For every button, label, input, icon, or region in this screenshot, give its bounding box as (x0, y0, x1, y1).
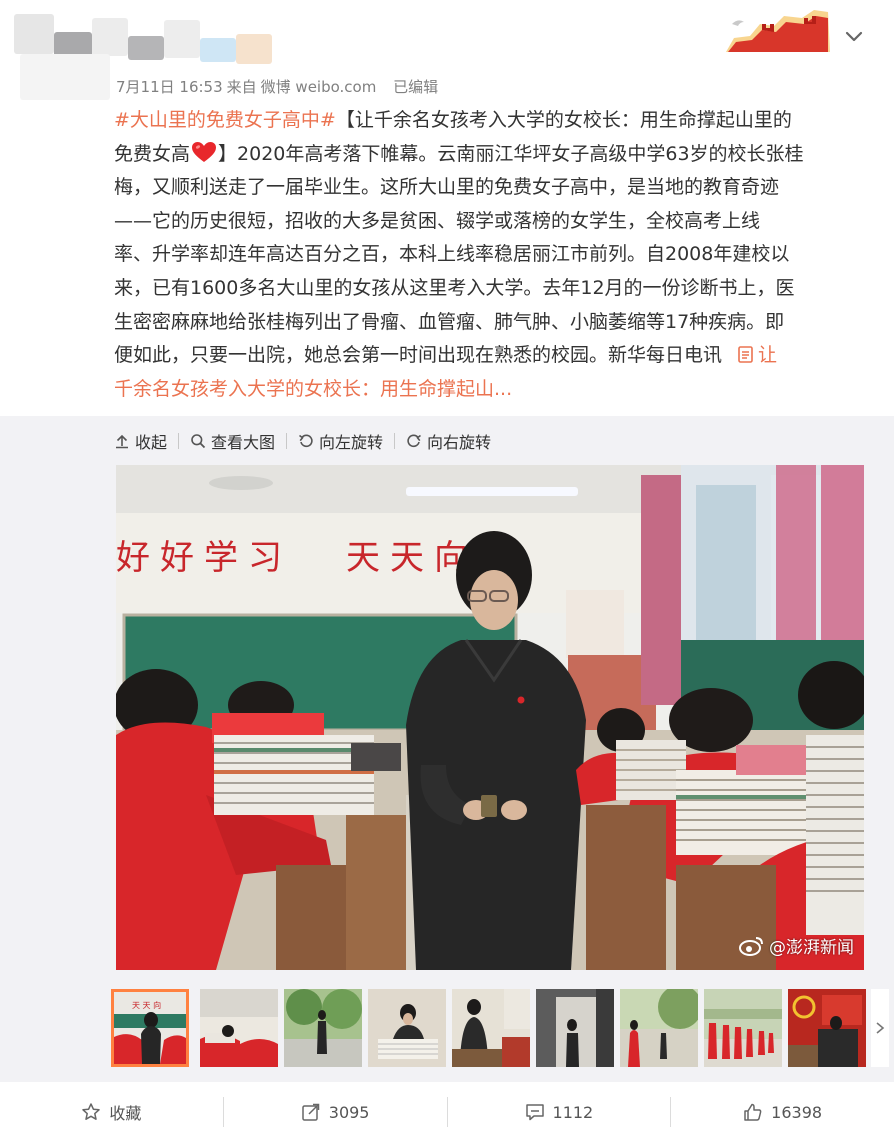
post-timestamp[interactable]: 7月11日 16:53 (116, 78, 223, 96)
main-photo[interactable]: 好好学习 天天向上 @澎湃新闻 (116, 465, 864, 970)
thumbs-up-icon (744, 1103, 762, 1121)
post-line-7: 生密密麻麻地给张桂梅列出了骨瘤、血管瘤、肺气肿、小脑萎缩等17种疾病。即 (114, 310, 785, 333)
thumbnail-2[interactable] (200, 989, 278, 1067)
post-line-3: 梅，又顺利送走了一届毕业生。这所大山里的免费女子高中，是当地的教育奇迹 (114, 176, 780, 199)
rotate-left-button[interactable]: 向左旋转 (298, 429, 383, 453)
thumb-banner-text: 天 天 向 (132, 1000, 161, 1010)
thumbnail-strip: 天 天 向 (111, 986, 891, 1070)
post-line-2: 免费女高 】2020年高考落下帷幕。云南丽江华坪女子高级中学63岁的校长张桂 (114, 138, 864, 172)
rotate-right-button[interactable]: 向右旋转 (406, 429, 491, 453)
rotate-left-icon (299, 434, 313, 448)
photo-watermark: @澎湃新闻 (739, 933, 854, 958)
article-link-cont[interactable]: 千余名女孩考入大学的女校长：用生命撑起山... (114, 378, 512, 400)
toolbar-divider (178, 433, 180, 449)
thumbnail-7[interactable] (620, 989, 698, 1067)
thumbnail-5[interactable] (452, 989, 530, 1067)
view-large-button[interactable]: 查看大图 (190, 429, 275, 453)
banner-left-text: 好好学习 (116, 538, 292, 578)
post-meta: 7月11日 16:53 来自 微博 weibo.com 已编辑 (116, 76, 442, 97)
great-wall-decoration-icon (726, 10, 830, 52)
media-toolbar: 收起 查看大图 向左旋转 向右旋转 (114, 428, 491, 454)
repost-button[interactable]: 3095 (224, 1102, 447, 1122)
article-icon (738, 346, 753, 363)
chevron-down-icon[interactable] (842, 24, 866, 48)
classroom-photo: 好好学习 天天向上 (116, 465, 864, 970)
share-icon (302, 1103, 320, 1121)
rotate-right-icon (407, 434, 422, 448)
post-actions: 收藏 3095 1112 16398 (0, 1086, 894, 1138)
heart-icon (192, 141, 217, 162)
edited-label: 已编辑 (393, 78, 439, 96)
comment-button[interactable]: 1112 (448, 1102, 671, 1122)
post-source[interactable]: 微博 weibo.com (261, 78, 377, 96)
toolbar-divider (394, 433, 396, 449)
thumbnail-6[interactable] (536, 989, 614, 1067)
favorite-button[interactable]: 收藏 (0, 1100, 223, 1124)
comment-icon (525, 1104, 544, 1121)
thumbnail-9[interactable] (788, 989, 866, 1067)
media-panel: 收起 查看大图 向左旋转 向右旋转 好好学习 天天向上 @澎湃新闻 天 天 向 (0, 416, 894, 1082)
toolbar-divider (286, 433, 288, 449)
post-source-prefix: 来自 (226, 78, 257, 96)
thumbnail-4[interactable] (368, 989, 446, 1067)
like-button[interactable]: 16398 (671, 1102, 894, 1122)
post-line-1: #大山里的免费女子高中#【让千余名女孩考入大学的女校长：用生命撑起山里的 (114, 109, 792, 131)
search-icon (191, 434, 206, 449)
weibo-logo-icon (739, 936, 763, 956)
collapse-icon (116, 434, 128, 449)
post-line-5: 率、升学率却连年高达百分之百，本科上线率稳居丽江市前列。自2008年建校以 (114, 243, 790, 266)
post-line-8: 便如此，只要一出院，她总会第一时间出现在熟悉的校园。新华每日电讯让 (114, 344, 778, 367)
thumbnail-3[interactable] (284, 989, 362, 1067)
thumbnail-1[interactable]: 天 天 向 (111, 989, 189, 1067)
hashtag-link[interactable]: #大山里的免费女子高中# (114, 109, 336, 131)
post-line-9: 千余名女孩考入大学的女校长：用生命撑起山... (114, 373, 864, 407)
thumbnail-next-button[interactable] (871, 989, 889, 1067)
star-icon (82, 1103, 101, 1120)
post-line-6: 来，已有1600多名大山里的女孩从这里考入大学。去年12月的一份诊断书上，医 (114, 276, 795, 299)
article-link[interactable]: 让 (722, 344, 777, 366)
collapse-button[interactable]: 收起 (114, 429, 167, 453)
chevron-right-icon (876, 1022, 885, 1034)
post-line-4: ——它的历史很短，招收的大多是贫困、辍学或落榜的女学生，全校高考上线 (114, 209, 761, 232)
thumbnail-8[interactable] (704, 989, 782, 1067)
post-body: #大山里的免费女子高中#【让千余名女孩考入大学的女校长：用生命撑起山里的 免费女… (114, 104, 864, 406)
